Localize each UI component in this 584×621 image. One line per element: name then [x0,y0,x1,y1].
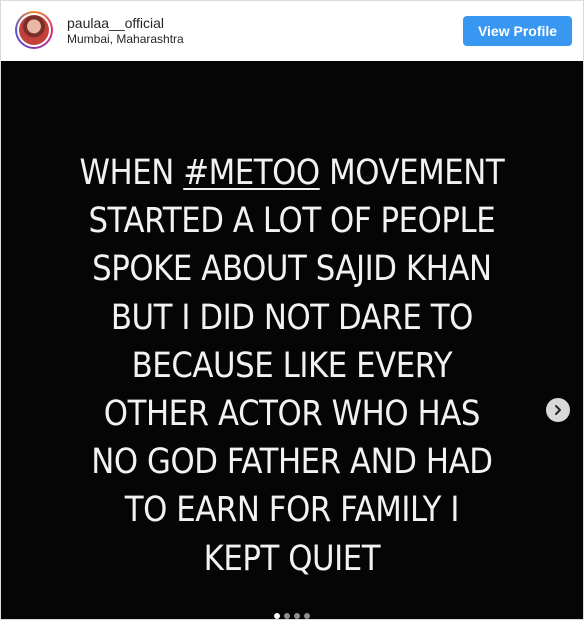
profile-photo [19,15,49,45]
avatar[interactable] [15,11,53,49]
post-line: SPOKE ABOUT SAJID KHAN [92,249,492,290]
post-line: BECAUSE LIKE EVERY [131,345,453,386]
avatar-border [17,13,51,47]
carousel-dot [294,613,300,619]
post-line: BUT I DID NOT DARE TO [110,297,474,338]
carousel-dot [274,613,280,619]
carousel-dot [304,613,310,619]
post-line: NO GOD FATHER AND HAD [91,442,493,483]
chevron-right-icon [555,405,561,415]
hashtag-metoo: #METOO [183,153,320,193]
post-image[interactable]: WHEN #METOO MOVEMENT STARTED A LOT OF PE… [1,61,583,619]
post-line: OTHER ACTOR WHO HAS [103,394,481,435]
location-link[interactable]: Mumbai, Maharashtra [67,32,184,46]
next-slide-button[interactable] [546,398,570,422]
post-line: STARTED A LOT OF PEOPLE [88,201,496,242]
post-line-after: MOVEMENT [319,153,505,193]
post-line: TO EARN FOR FAMILY I [124,490,460,531]
carousel-dot [284,613,290,619]
post-text: WHEN #METOO MOVEMENT STARTED A LOT OF PE… [36,149,548,583]
instagram-embed: paulaa__official Mumbai, Maharashtra Vie… [0,0,584,620]
post-line: WHEN #METOO MOVEMENT [36,149,548,197]
post-line: KEPT QUIET [203,538,381,579]
user-info: paulaa__official Mumbai, Maharashtra [67,15,184,46]
username-link[interactable]: paulaa__official [67,15,184,31]
view-profile-button[interactable]: View Profile [463,16,572,46]
post-header: paulaa__official Mumbai, Maharashtra Vie… [1,1,583,61]
post-line-before: WHEN [79,153,184,193]
